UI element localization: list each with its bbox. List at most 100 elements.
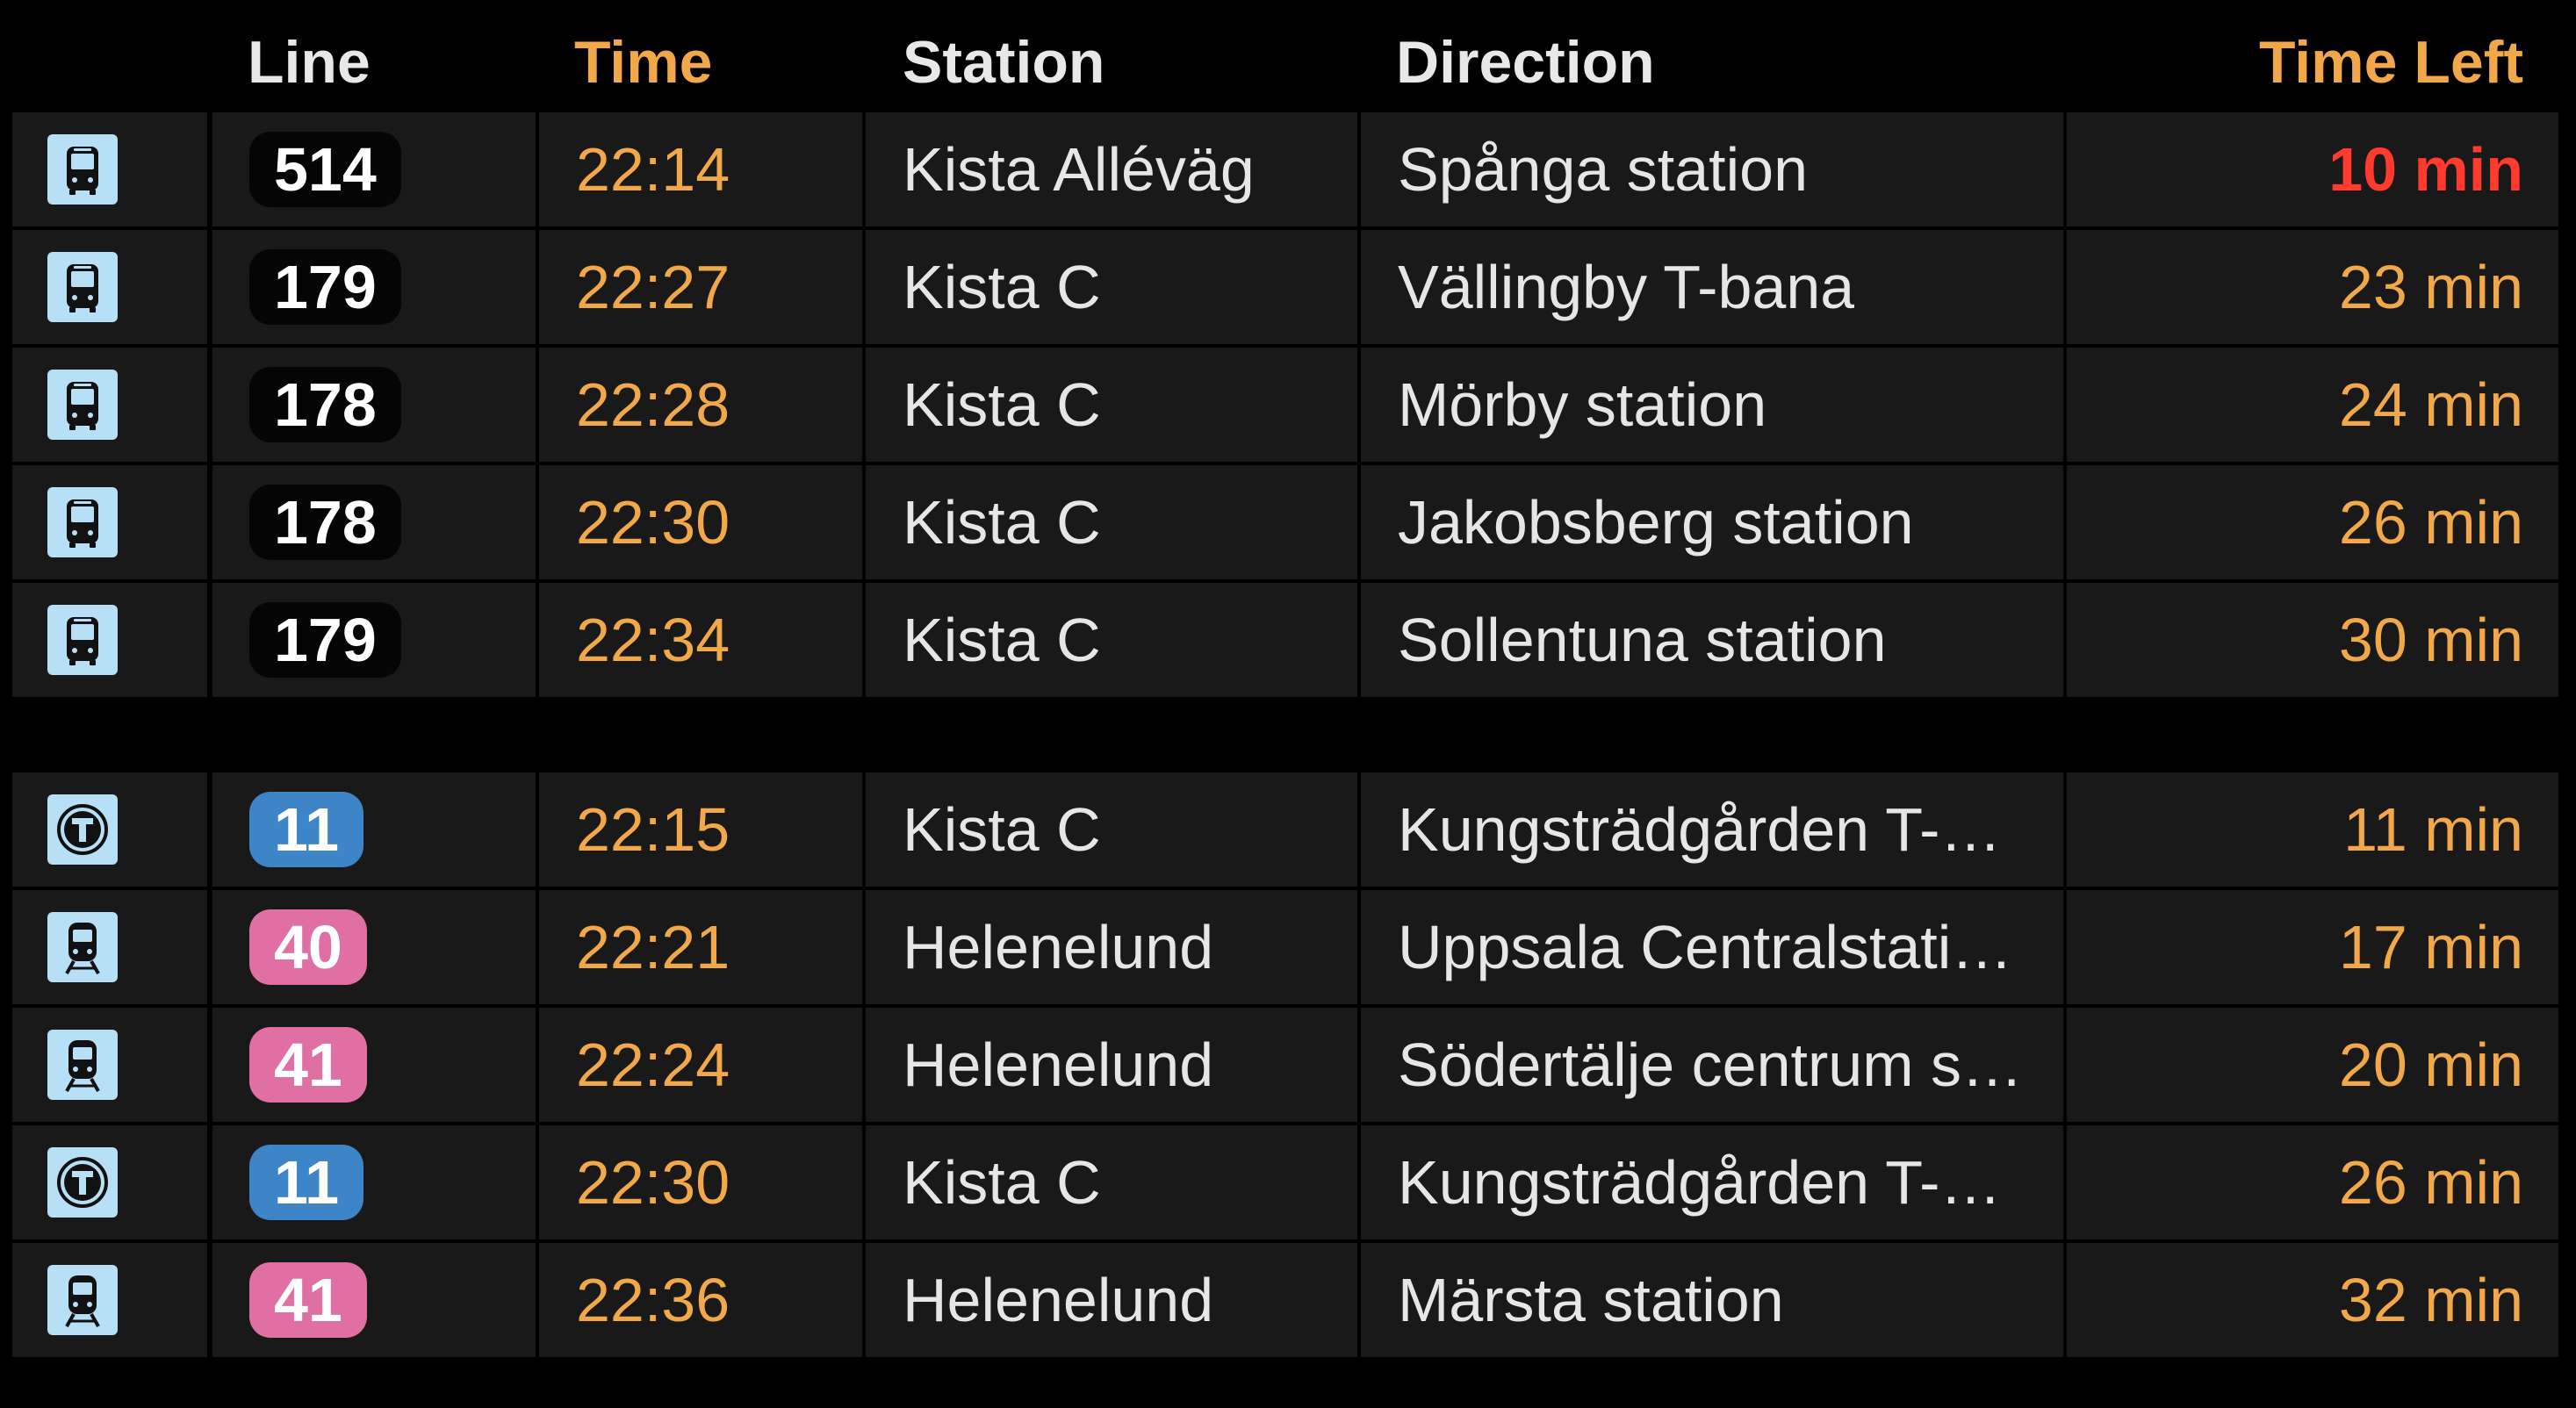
time-left: 26 min <box>2338 1148 2523 1217</box>
direction-cell: Mörby station <box>1361 348 2063 462</box>
departure-row: 11 22:30 Kista C Kungsträdgården T-… 26 min <box>12 1125 2558 1239</box>
header-direction: Direction <box>1396 29 1655 96</box>
station-name: Helenelund <box>903 1031 1214 1099</box>
line-cell: 11 <box>212 1125 536 1239</box>
direction-cell: Uppsala Centralstati… <box>1361 890 2063 1004</box>
departure-row: 178 22:30 Kista C Jakobsberg station 26 min <box>12 465 2558 579</box>
time-cell: 22:28 <box>539 348 862 462</box>
line-badge: 40 <box>249 909 367 985</box>
line-badge: 11 <box>249 1145 363 1220</box>
time-left-cell: 17 min <box>2067 890 2558 1004</box>
bus-icon <box>47 605 118 675</box>
time-cell: 22:30 <box>539 1125 862 1239</box>
station-cell: Kista C <box>866 583 1357 697</box>
line-badge: 179 <box>249 602 401 678</box>
time-left-cell: 32 min <box>2067 1243 2558 1357</box>
bus-icon <box>47 134 118 205</box>
departure-time: 22:28 <box>576 370 730 439</box>
departure-time: 22:30 <box>576 488 730 557</box>
time-left-cell: 20 min <box>2067 1008 2558 1122</box>
line-cell: 179 <box>212 583 536 697</box>
time-cell: 22:36 <box>539 1243 862 1357</box>
time-left: 20 min <box>2338 1031 2523 1099</box>
departure-time: 22:21 <box>576 913 730 981</box>
direction-name: Vällingby T-bana <box>1398 253 1855 321</box>
time-left-cell: 26 min <box>2067 1125 2558 1239</box>
header-time-left: Time Left <box>2258 29 2523 96</box>
line-cell: 40 <box>212 890 536 1004</box>
time-left: 10 min <box>2328 135 2523 204</box>
departure-row: 514 22:14 Kista Alléväg Spånga station 10 mi… <box>12 112 2558 226</box>
departure-row: 41 22:24 Helenelund Södertälje centrum s… 20… <box>12 1008 2558 1122</box>
station-cell: Helenelund <box>866 890 1357 1004</box>
line-badge: 11 <box>249 792 363 867</box>
direction-cell: Kungsträdgården T-… <box>1361 1125 2063 1239</box>
time-cell: 22:14 <box>539 112 862 226</box>
station-name: Kista C <box>903 795 1101 864</box>
station-cell: Kista C <box>866 772 1357 887</box>
direction-name: Sollentuna station <box>1398 606 1887 674</box>
time-cell: 22:15 <box>539 772 862 887</box>
mode-cell <box>12 772 207 887</box>
station-cell: Kista C <box>866 348 1357 462</box>
time-left: 24 min <box>2338 370 2523 439</box>
station-name: Kista C <box>903 253 1101 321</box>
mode-cell <box>12 1008 207 1122</box>
departure-board: Line Time Station Direction Time Left 51… <box>0 0 2576 1408</box>
header-line: Line <box>248 29 371 96</box>
train-icon <box>47 912 118 982</box>
header-station: Station <box>903 29 1105 96</box>
departure-row: 11 22:15 Kista C Kungsträdgården T-… 11 min <box>12 772 2558 887</box>
mode-cell <box>12 1125 207 1239</box>
departure-time: 22:27 <box>576 253 730 321</box>
departure-time: 22:30 <box>576 1148 730 1217</box>
station-cell: Helenelund <box>866 1008 1357 1122</box>
mode-cell <box>12 890 207 1004</box>
direction-cell: Kungsträdgården T-… <box>1361 772 2063 887</box>
direction-name: Märsta station <box>1398 1266 1784 1334</box>
time-left: 23 min <box>2338 253 2523 321</box>
line-cell: 514 <box>212 112 536 226</box>
direction-name: Spånga station <box>1398 135 1809 204</box>
direction-name: Kungsträdgården T-… <box>1398 795 2002 864</box>
direction-name: Jakobsberg station <box>1398 488 1914 557</box>
time-left: 30 min <box>2338 606 2523 674</box>
departure-row: 178 22:28 Kista C Mörby station 24 min <box>12 348 2558 462</box>
time-left: 17 min <box>2338 913 2523 981</box>
line-badge: 514 <box>249 132 401 207</box>
bus-departures: 514 22:14 Kista Alléväg Spånga station 10 mi… <box>12 112 2558 700</box>
time-left-cell: 10 min <box>2067 112 2558 226</box>
station-name: Kista C <box>903 1148 1101 1217</box>
direction-name: Södertälje centrum s… <box>1398 1031 2023 1099</box>
train-icon <box>47 1265 118 1335</box>
time-left-cell: 24 min <box>2067 348 2558 462</box>
line-cell: 11 <box>212 772 536 887</box>
time-left: 26 min <box>2338 488 2523 557</box>
station-name: Kista C <box>903 488 1101 557</box>
mode-cell <box>12 465 207 579</box>
direction-cell: Södertälje centrum s… <box>1361 1008 2063 1122</box>
line-cell: 178 <box>212 465 536 579</box>
time-left-cell: 23 min <box>2067 230 2558 344</box>
bus-icon <box>47 370 118 440</box>
line-badge: 41 <box>249 1027 367 1103</box>
station-name: Kista Alléväg <box>903 135 1255 204</box>
time-cell: 22:34 <box>539 583 862 697</box>
mode-cell <box>12 1243 207 1357</box>
departure-row: 179 22:27 Kista C Vällingby T-bana 23 min <box>12 230 2558 344</box>
time-left: 11 min <box>2343 795 2523 864</box>
bus-icon <box>47 487 118 557</box>
station-cell: Kista C <box>866 1125 1357 1239</box>
direction-name: Uppsala Centralstati… <box>1398 913 2013 981</box>
station-name: Helenelund <box>903 1266 1214 1334</box>
line-cell: 178 <box>212 348 536 462</box>
station-name: Helenelund <box>903 913 1214 981</box>
departure-time: 22:24 <box>576 1031 730 1099</box>
station-cell: Kista C <box>866 465 1357 579</box>
time-cell: 22:24 <box>539 1008 862 1122</box>
station-name: Kista C <box>903 370 1101 439</box>
time-cell: 22:21 <box>539 890 862 1004</box>
departure-row: 40 22:21 Helenelund Uppsala Centralstati… 17… <box>12 890 2558 1004</box>
mode-cell <box>12 348 207 462</box>
departure-time: 22:14 <box>576 135 730 204</box>
